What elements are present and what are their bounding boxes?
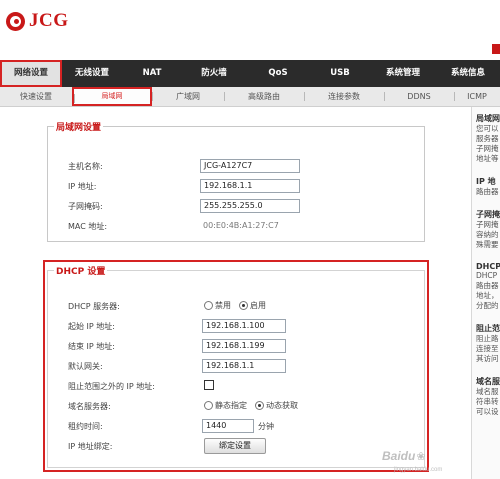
main-nav-firewall[interactable]: 防火墙 xyxy=(182,60,246,87)
watermark-subtext: jingyan.baidu.com xyxy=(394,467,443,473)
sub-nav-connection-params[interactable]: 连接参数 xyxy=(304,87,384,106)
main-nav-usb[interactable]: USB xyxy=(310,60,370,87)
help-text: 其访问 xyxy=(476,354,499,363)
dhcp-settings-panel: DHCP 设置 DHCP 服务器: 禁用 启用 起始 IP 地址: 192.16… xyxy=(43,260,429,472)
help-text: 您可以 xyxy=(476,124,499,133)
sub-nav-quick-setup[interactable]: 快速设置 xyxy=(0,87,72,106)
help-text: DHCP xyxy=(476,271,498,280)
mac-address-value: 00:E0:4B:A1:27:C7 xyxy=(203,221,279,230)
subnet-mask-input[interactable]: 255.255.255.0 xyxy=(200,199,300,213)
gateway-input[interactable]: 192.168.1.1 xyxy=(202,359,286,373)
main-nav-system-admin[interactable]: 系统管理 xyxy=(370,60,436,87)
help-heading: IP 地 xyxy=(476,177,496,186)
end-ip-input[interactable]: 192.168.1.199 xyxy=(202,339,286,353)
brand-name: JCG xyxy=(29,10,69,31)
ip-binding-label: IP 地址绑定: xyxy=(68,442,113,451)
sub-nav-advanced-routing[interactable]: 高级路由 xyxy=(224,87,304,106)
help-heading: 子网掩 xyxy=(476,210,500,219)
main-nav-qos[interactable]: QoS xyxy=(246,60,310,87)
help-text: 子网掩 xyxy=(476,220,499,229)
sub-nav-lan[interactable]: 局域网 xyxy=(72,87,152,106)
help-text: 域名服 xyxy=(476,387,499,396)
help-text: 可以设 xyxy=(476,407,499,416)
help-text: 地址等 xyxy=(476,154,499,163)
main-nav-network[interactable]: 网络设置 xyxy=(0,60,62,87)
sub-nav-wan[interactable]: 广域网 xyxy=(152,87,224,106)
header: JCG xyxy=(0,0,500,60)
lease-time-input[interactable]: 1440 xyxy=(202,419,254,433)
dns-static-radio[interactable] xyxy=(204,401,213,410)
paw-icon: ❀ xyxy=(416,450,426,463)
lease-time-label: 租约时间: xyxy=(68,422,103,431)
mac-address-label: MAC 地址: xyxy=(68,222,108,231)
help-text: 分配的 xyxy=(476,301,499,310)
start-ip-input[interactable]: 192.168.1.100 xyxy=(202,319,286,333)
baidu-watermark: Baidu ❀ jingyan.baidu.com xyxy=(382,449,442,473)
sub-nav-icmp[interactable]: ICMP xyxy=(454,87,500,106)
content-area: 局域网设置 主机名称: JCG-A127C7 IP 地址: 192.168.1.… xyxy=(0,107,470,479)
help-heading: 域名服 xyxy=(476,377,500,386)
help-text: 路由器 xyxy=(476,281,499,290)
dhcp-enable-radio[interactable] xyxy=(239,301,248,310)
help-heading: DHCP xyxy=(476,262,500,271)
block-outside-ip-checkbox[interactable] xyxy=(204,380,214,390)
hostname-input[interactable]: JCG-A127C7 xyxy=(200,159,300,173)
hostname-label: 主机名称: xyxy=(68,162,103,171)
dhcp-disable-radio[interactable] xyxy=(204,301,213,310)
dns-auto-label: 动态获取 xyxy=(266,401,298,410)
help-text: 殊需要 xyxy=(476,240,499,249)
help-text: 路由器 xyxy=(476,187,499,196)
help-text: 符串转 xyxy=(476,397,499,406)
help-text: 地址， xyxy=(476,291,499,300)
jcg-logo[interactable]: JCG xyxy=(6,10,69,32)
dns-auto-radio[interactable] xyxy=(255,401,264,410)
corner-mark-icon xyxy=(492,44,500,54)
help-text: 子网掩 xyxy=(476,144,499,153)
main-nav-wireless[interactable]: 无线设置 xyxy=(62,60,122,87)
main-nav-nat[interactable]: NAT xyxy=(122,60,182,87)
help-text: 阻止路 xyxy=(476,334,499,343)
end-ip-label: 结束 IP 地址: xyxy=(68,342,115,351)
help-heading: 局域网 xyxy=(476,114,500,123)
dhcp-settings-title: DHCP 设置 xyxy=(56,267,106,277)
help-sidebar: 局域网 您可以 服务器 子网掩 地址等 IP 地 路由器 子网掩 子网掩 容纳的… xyxy=(471,107,500,479)
main-nav-system-info[interactable]: 系统信息 xyxy=(436,60,500,87)
gateway-label: 默认网关: xyxy=(68,362,103,371)
start-ip-label: 起始 IP 地址: xyxy=(68,322,115,331)
dns-static-label: 静态指定 xyxy=(215,401,247,410)
help-text: 容纳的 xyxy=(476,230,499,239)
block-outside-ip-label: 阻止范围之外的 IP 地址: xyxy=(68,382,155,391)
ip-address-label: IP 地址: xyxy=(68,182,97,191)
ip-address-input[interactable]: 192.168.1.1 xyxy=(200,179,300,193)
sub-nav-ddns[interactable]: DDNS xyxy=(384,87,454,106)
dns-server-radio-group: 静态指定 动态获取 xyxy=(204,400,306,411)
binding-settings-button[interactable]: 绑定设置 xyxy=(204,438,266,454)
help-text: 服务器 xyxy=(476,134,499,143)
dns-server-label: 域名服务器: xyxy=(68,402,111,411)
dhcp-disable-label: 禁用 xyxy=(215,301,231,310)
main-nav: 网络设置 无线设置 NAT 防火墙 QoS USB 系统管理 系统信息 xyxy=(0,60,500,87)
watermark-logo: Baidu xyxy=(382,449,416,463)
lan-settings-panel: 局域网设置 主机名称: JCG-A127C7 IP 地址: 192.168.1.… xyxy=(47,120,425,242)
sub-nav: 快速设置 局域网 广域网 高级路由 连接参数 DDNS ICMP xyxy=(0,87,500,107)
lease-time-unit: 分钟 xyxy=(258,422,274,431)
help-text: 连接至 xyxy=(476,344,499,353)
lan-settings-title: 局域网设置 xyxy=(56,123,102,133)
dhcp-server-radio-group: 禁用 启用 xyxy=(204,300,274,311)
dhcp-server-label: DHCP 服务器: xyxy=(68,302,120,311)
jcg-logo-icon xyxy=(6,11,25,31)
dhcp-enable-label: 启用 xyxy=(250,301,266,310)
help-heading: 阻止范 xyxy=(476,324,500,333)
subnet-mask-label: 子网掩码: xyxy=(68,202,103,211)
